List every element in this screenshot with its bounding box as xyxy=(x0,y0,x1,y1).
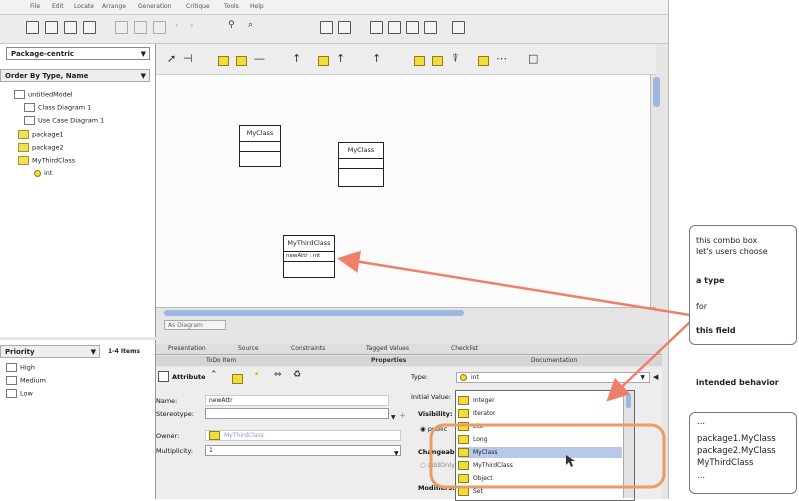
annotation-note: this combo box let's users choose a type… xyxy=(689,225,797,345)
intended-line: MyThirdClass xyxy=(697,458,754,468)
annotation-overlay xyxy=(337,250,691,489)
arrow-to-type-combo xyxy=(606,321,691,402)
note-line-2: let's users choose xyxy=(696,247,768,256)
intended-line: package2.MyClass xyxy=(697,446,776,456)
note-a-type: a type xyxy=(696,276,725,285)
intended-line: package1.MyClass xyxy=(697,434,776,444)
intended-behavior-title: intended behavior xyxy=(696,378,779,387)
mouse-cursor-icon xyxy=(566,455,575,467)
highlight-ellipse xyxy=(429,423,666,489)
note-for: for xyxy=(696,302,707,311)
arrow-to-attribute xyxy=(337,250,691,317)
intended-line: ... xyxy=(697,471,706,481)
note-this-field: this field xyxy=(696,326,736,335)
intended-line: ... xyxy=(697,417,706,427)
note-line-1: this combo box xyxy=(696,236,758,245)
intended-behavior-note: ... package1.MyClass package2.MyClass My… xyxy=(689,412,797,494)
